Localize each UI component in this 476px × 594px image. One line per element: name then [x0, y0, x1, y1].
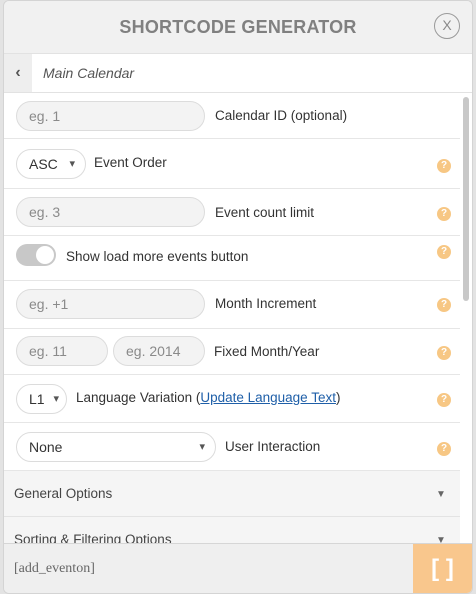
language-label-prefix: Language Variation ( — [76, 390, 201, 405]
help-icon[interactable]: ? — [437, 346, 451, 360]
calendar-id-label: Calendar ID (optional) — [215, 108, 348, 123]
section-label: Sorting & Filtering Options — [14, 532, 172, 543]
row-load-more: Show load more events button ? — [4, 236, 460, 281]
shortcode-generator-window: SHORTCODE GENERATOR X ‹ Main Calendar eg… — [3, 0, 473, 594]
fixed-month-input[interactable]: eg. 11 — [16, 336, 108, 366]
back-button[interactable]: ‹ — [4, 54, 32, 92]
scrollbar[interactable] — [460, 93, 472, 543]
update-language-link[interactable]: Update Language Text — [200, 390, 336, 405]
help-icon[interactable]: ? — [437, 207, 451, 221]
language-label-suffix: ) — [335, 390, 341, 405]
shortcode-output: [add_eventon] — [14, 561, 95, 576]
row-event-order: ASC ▾ Event Order ? — [4, 139, 460, 189]
help-icon[interactable]: ? — [437, 442, 451, 456]
insert-shortcode-button[interactable]: [ ] — [413, 544, 472, 593]
footer: [add_eventon] [ ] — [4, 543, 472, 593]
triangle-down-icon: ▼ — [436, 535, 446, 543]
month-increment-label: Month Increment — [215, 296, 317, 311]
window-title: SHORTCODE GENERATOR — [119, 17, 357, 37]
toggle-knob — [36, 246, 54, 264]
language-value: L1 — [29, 391, 45, 407]
help-icon[interactable]: ? — [437, 393, 451, 407]
chevron-down-icon: ▾ — [69, 158, 75, 170]
chevron-down-icon: ▾ — [53, 393, 59, 405]
chevron-down-icon: ▾ — [199, 441, 205, 453]
section-label: General Options — [14, 486, 113, 501]
event-order-value: ASC — [29, 156, 58, 172]
load-more-label: Show load more events button — [66, 249, 249, 264]
event-order-label: Event Order — [94, 155, 167, 170]
row-user-interaction: None ▾ User Interaction ? — [4, 423, 460, 471]
event-order-select[interactable]: ASC ▾ — [16, 149, 86, 179]
row-fixed-month-year: eg. 11 eg. 2014 Fixed Month/Year ? — [4, 329, 460, 375]
language-label: Language Variation (Update Language Text… — [76, 390, 340, 405]
load-more-toggle[interactable] — [16, 244, 56, 266]
section-general-options[interactable]: General Options ▼ — [4, 471, 460, 517]
fixed-month-year-label: Fixed Month/Year — [214, 344, 320, 359]
breadcrumb-title: Main Calendar — [43, 65, 135, 81]
row-event-count: eg. 3 Event count limit ? — [4, 189, 460, 236]
user-interaction-select[interactable]: None ▾ — [16, 432, 216, 462]
breadcrumb-bar: ‹ Main Calendar — [4, 53, 472, 93]
help-icon[interactable]: ? — [437, 245, 451, 259]
header: SHORTCODE GENERATOR X — [4, 1, 472, 53]
month-increment-input[interactable]: eg. +1 — [16, 289, 205, 319]
triangle-down-icon: ▼ — [436, 489, 446, 500]
calendar-id-input[interactable]: eg. 1 — [16, 101, 205, 131]
language-select[interactable]: L1 ▾ — [16, 384, 67, 414]
close-button[interactable]: X — [434, 13, 460, 39]
event-count-label: Event count limit — [215, 205, 315, 220]
options-panel: eg. 1 Calendar ID (optional) ASC ▾ Event… — [4, 93, 460, 543]
scrollbar-thumb[interactable] — [463, 97, 469, 301]
row-language: L1 ▾ Language Variation (Update Language… — [4, 375, 460, 423]
help-icon[interactable]: ? — [437, 298, 451, 312]
chevron-left-icon: ‹ — [15, 64, 21, 81]
user-interaction-value: None — [29, 439, 63, 455]
help-icon[interactable]: ? — [437, 159, 451, 173]
section-sorting-filtering[interactable]: Sorting & Filtering Options ▼ — [4, 517, 460, 543]
row-month-increment: eg. +1 Month Increment ? — [4, 281, 460, 329]
event-count-input[interactable]: eg. 3 — [16, 197, 205, 227]
close-icon: X — [442, 17, 452, 33]
user-interaction-label: User Interaction — [225, 439, 321, 454]
brackets-icon: [ ] — [431, 555, 454, 582]
fixed-year-input[interactable]: eg. 2014 — [113, 336, 205, 366]
row-calendar-id: eg. 1 Calendar ID (optional) — [4, 93, 460, 139]
